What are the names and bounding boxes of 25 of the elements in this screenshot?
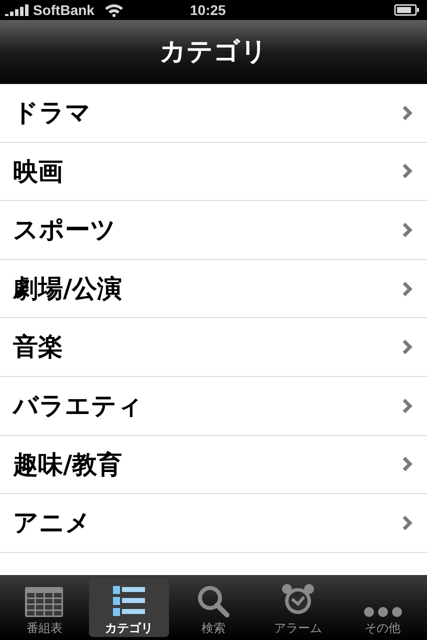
navigation-title: カテゴリ	[160, 36, 268, 68]
more-icon	[362, 606, 403, 618]
chevron-icon	[402, 163, 413, 180]
chevron-icon	[402, 514, 413, 531]
category-row[interactable]: 趣味/教育	[0, 436, 427, 494]
wifi-icon	[104, 3, 124, 17]
search-icon	[196, 584, 230, 618]
chevron-icon	[402, 222, 413, 238]
chevron-icon	[402, 339, 413, 356]
battery-icon	[394, 4, 420, 16]
carrier-name: SoftBank	[33, 0, 94, 20]
status-time: 10:25	[190, 0, 226, 20]
chevron-icon	[402, 280, 413, 297]
chevron-icon	[402, 398, 413, 414]
signal-icon	[5, 4, 30, 16]
chevron-icon	[402, 104, 413, 121]
tab-button[interactable]: 検索	[173, 578, 254, 637]
category-row[interactable]: 映画	[0, 142, 427, 202]
chevron-icon	[402, 456, 413, 472]
tab-button[interactable]: カテゴリ	[88, 578, 170, 637]
tab-button[interactable]: アラーム	[258, 578, 338, 637]
tab-button[interactable]: その他	[342, 578, 423, 637]
list-icon	[112, 584, 146, 618]
grid-icon	[24, 586, 64, 618]
tab-button[interactable]: 番組表	[4, 578, 85, 637]
